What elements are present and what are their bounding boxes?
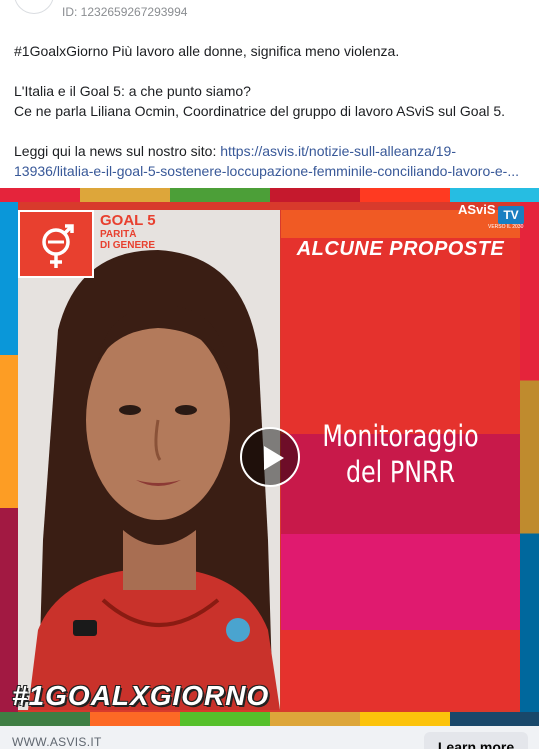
sdg-stripe (270, 712, 360, 726)
panel-headline: ALCUNE PROPOSTE (296, 238, 505, 260)
sdg-stripe (170, 188, 270, 202)
gender-equality-icon (42, 224, 74, 268)
goal-subtitle: PARITÀ DI GENERE (100, 229, 155, 251)
sdg-stripe (360, 712, 450, 726)
learn-more-button[interactable]: Learn more (424, 732, 528, 749)
sdg-stripe (90, 712, 180, 726)
article-link-continued[interactable]: 13936/litalia-e-il-goal-5-sostenere-locc… (14, 163, 519, 179)
link-domain: WWW.ASVIS.IT (12, 735, 102, 749)
sdg-stripe (270, 188, 360, 202)
sdg-stripe (0, 712, 90, 726)
sdg-stripe (180, 712, 270, 726)
hashtag-overlay: #1GOALXGIORNO (12, 680, 270, 711)
sdg-stripe (450, 712, 539, 726)
panel-band (281, 630, 520, 710)
brand-tv-label: TV (498, 206, 524, 224)
panel-band (281, 238, 520, 434)
post-text-line: 13936/litalia-e-il-goal-5-sostenere-locc… (14, 161, 529, 181)
sdg-stripe (520, 202, 539, 712)
panel-body: Monitoraggio del PNRR (303, 418, 499, 490)
post-text-line: L'Italia e il Goal 5: a che punto siamo? (14, 83, 251, 99)
sdg-stripe (360, 188, 450, 202)
goal-subtitle-line: PARITÀ (100, 229, 137, 240)
page-avatar[interactable] (14, 0, 54, 14)
post-id: ID: 1232659267293994 (62, 5, 188, 19)
sdg-stripe (450, 188, 539, 202)
post-text-line: Ce ne parla Liliana Ocmin, Coordinatrice… (14, 103, 506, 119)
post-text-line: Leggi qui la news sul nostro sito: https… (14, 141, 529, 161)
sdg-stripe (0, 188, 80, 202)
play-icon (264, 446, 284, 470)
asvis-tv-logo: ASviS TV VERSO IL 2030 (458, 202, 524, 232)
goal-5-badge (18, 210, 94, 278)
play-button[interactable] (240, 427, 300, 487)
link-prefix: Leggi qui la news sul nostro sito: (14, 143, 221, 159)
goal-title: GOAL 5 (100, 212, 156, 229)
sdg-stripe (80, 188, 170, 202)
goal-subtitle-line: DI GENERE (100, 240, 156, 251)
article-link[interactable]: https://asvis.it/notizie-sull-alleanza/1… (220, 143, 456, 159)
post-text: #1GoalxGiorno Più lavoro alle donne, sig… (14, 41, 529, 181)
panel-body-line: Monitoraggio (322, 419, 479, 453)
sdg-stripe (0, 202, 18, 712)
panel-band (281, 534, 520, 630)
panel-body-line: del PNRR (345, 455, 456, 489)
brand-logo-text: ASviS (458, 202, 496, 217)
brand-subtitle: VERSO IL 2030 (488, 224, 524, 230)
post-text-line: #1GoalxGiorno Più lavoro alle donne, sig… (14, 43, 400, 59)
